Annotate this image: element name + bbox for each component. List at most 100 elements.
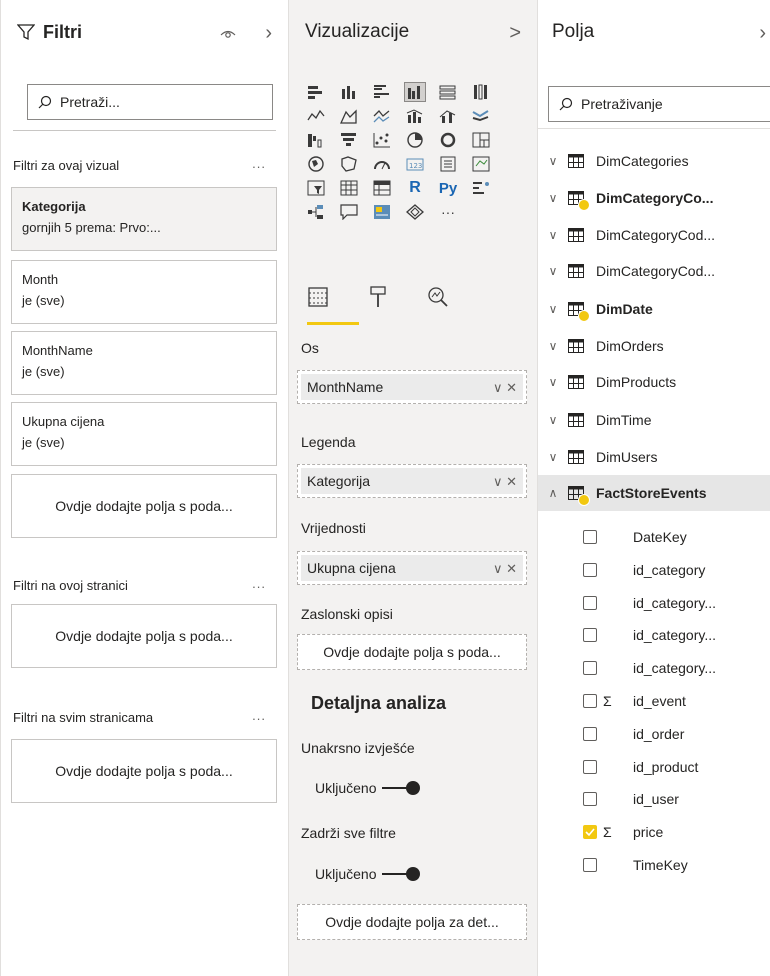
field-row[interactable]: Σprice — [538, 816, 770, 848]
values-well[interactable]: Ukupna cijena ∨ ✕ — [297, 551, 527, 585]
filter-card-month[interactable]: Month je (sve) — [11, 260, 277, 324]
field-checkbox[interactable] — [583, 726, 597, 741]
table-row[interactable]: ∨ DimDate — [538, 291, 770, 327]
100-stacked-column-chart-icon[interactable] — [470, 82, 492, 102]
tab-format[interactable] — [363, 282, 393, 312]
collapse-fields-chevron-icon[interactable]: › — [759, 22, 766, 45]
donut-chart-icon[interactable] — [437, 130, 459, 150]
field-checkbox[interactable] — [583, 792, 597, 807]
clustered-bar-chart-icon[interactable] — [371, 82, 393, 102]
table-row[interactable]: ∨ DimCategoryCod... — [538, 217, 770, 253]
line-chart-icon[interactable] — [305, 106, 327, 126]
pie-chart-icon[interactable] — [404, 130, 426, 150]
decomposition-tree-icon[interactable] — [305, 202, 327, 222]
chevron-down-icon[interactable]: ∨ — [542, 154, 564, 168]
field-row[interactable]: id_category... — [538, 619, 770, 651]
table-row[interactable]: ∨ DimCategoryCod... — [538, 253, 770, 289]
field-checkbox[interactable] — [583, 628, 597, 643]
r-script-visual-icon[interactable]: R — [404, 178, 426, 198]
stacked-bar-chart-icon[interactable] — [305, 82, 327, 102]
kpi-icon[interactable] — [470, 154, 492, 174]
visual-filters-drop-zone[interactable]: Ovdje dodajte polja s poda... — [11, 474, 277, 538]
field-checkbox[interactable] — [583, 858, 597, 872]
ribbon-chart-icon[interactable] — [470, 106, 492, 126]
chevron-down-icon[interactable]: ∨ — [542, 302, 564, 316]
filters-search-input[interactable]: Pretraži... — [27, 84, 273, 120]
waterfall-chart-icon[interactable] — [305, 130, 327, 150]
field-checkbox[interactable] — [583, 661, 597, 676]
slicer-icon[interactable] — [305, 178, 327, 198]
filled-map-icon[interactable] — [338, 154, 360, 174]
smart-narrative-icon[interactable] — [371, 202, 393, 222]
tab-analytics[interactable] — [423, 282, 453, 312]
chevron-down-icon[interactable]: ∨ — [542, 228, 564, 242]
table-row[interactable]: ∨ DimProducts — [538, 364, 770, 400]
values-field-pill[interactable]: Ukupna cijena ∨ ✕ — [301, 555, 523, 581]
key-influencers-icon[interactable] — [470, 178, 492, 198]
line-and-column-chart-icon[interactable] — [404, 106, 426, 126]
field-row[interactable]: id_category... — [538, 652, 770, 684]
values-pill-controls[interactable]: ∨ ✕ — [493, 561, 517, 577]
python-visual-icon[interactable]: Py — [437, 178, 459, 198]
chevron-down-icon[interactable]: ∨ — [542, 339, 564, 353]
cross-report-toggle[interactable]: Uključeno — [315, 780, 421, 796]
tab-fields[interactable] — [303, 282, 333, 312]
field-checkbox[interactable] — [583, 825, 597, 840]
chevron-up-icon[interactable]: ∧ — [542, 486, 564, 500]
area-chart-icon[interactable] — [338, 106, 360, 126]
field-row[interactable]: id_user — [538, 783, 770, 815]
visual-filters-more-button[interactable]: ... — [252, 156, 266, 171]
field-checkbox[interactable] — [583, 595, 597, 610]
100-stacked-bar-chart-icon[interactable] — [437, 82, 459, 102]
field-row[interactable]: id_product — [538, 751, 770, 783]
field-row[interactable]: id_category... — [538, 587, 770, 619]
legend-well[interactable]: Kategorija ∨ ✕ — [297, 464, 527, 498]
table-row[interactable]: ∨ DimCategories — [538, 143, 770, 179]
eye-icon[interactable] — [220, 28, 236, 40]
matrix-icon[interactable] — [371, 178, 393, 198]
axis-field-pill[interactable]: MonthName ∨ ✕ — [301, 374, 523, 400]
table-icon[interactable] — [338, 178, 360, 198]
chevron-down-icon[interactable]: ∨ — [542, 264, 564, 278]
filter-card-monthname[interactable]: MonthName je (sve) — [11, 331, 277, 395]
field-row[interactable]: TimeKey — [538, 849, 770, 881]
treemap-icon[interactable] — [470, 130, 492, 150]
field-row[interactable]: id_order — [538, 718, 770, 750]
chevron-down-icon[interactable]: ∨ — [542, 413, 564, 427]
table-row[interactable]: ∨ DimOrders — [538, 328, 770, 364]
all-pages-filters-more-button[interactable]: ... — [252, 708, 266, 723]
clustered-column-chart-icon[interactable] — [404, 82, 426, 102]
table-row[interactable]: ∨ DimCategoryCo... — [538, 180, 770, 216]
card-icon[interactable]: 123 — [404, 154, 426, 174]
field-checkbox[interactable] — [583, 759, 597, 774]
field-checkbox[interactable] — [583, 694, 597, 708]
legend-field-pill[interactable]: Kategorija ∨ ✕ — [301, 468, 523, 494]
chevron-down-icon[interactable]: ∨ — [542, 450, 564, 464]
paginated-report-icon[interactable] — [404, 202, 426, 222]
funnel-icon[interactable] — [338, 130, 360, 150]
field-row[interactable]: Σid_event — [538, 685, 770, 717]
more-visuals-button[interactable]: ··· — [437, 202, 459, 222]
field-row[interactable]: DateKey — [538, 521, 770, 553]
page-filters-more-button[interactable]: ... — [252, 576, 266, 591]
field-row[interactable]: id_category — [538, 554, 770, 586]
all-pages-filters-drop-zone[interactable]: Ovdje dodajte polja s poda... — [11, 739, 277, 803]
drillthrough-drop-zone[interactable]: Ovdje dodajte polja za det... — [297, 904, 527, 940]
map-icon[interactable] — [305, 154, 327, 174]
collapse-viz-chevron-icon[interactable]: > — [509, 22, 521, 45]
line-and-clustered-column-icon[interactable] — [437, 106, 459, 126]
qa-visual-icon[interactable] — [338, 202, 360, 222]
table-row[interactable]: ∧ FactStoreEvents — [538, 475, 770, 511]
chevron-down-icon[interactable]: ∨ — [542, 191, 564, 205]
page-filters-drop-zone[interactable]: Ovdje dodajte polja s poda... — [11, 604, 277, 668]
multi-row-card-icon[interactable] — [437, 154, 459, 174]
field-checkbox[interactable] — [583, 530, 597, 544]
stacked-column-chart-icon[interactable] — [338, 82, 360, 102]
field-checkbox[interactable] — [583, 562, 597, 577]
tooltips-drop-zone[interactable]: Ovdje dodajte polja s poda... — [297, 634, 527, 670]
axis-pill-controls[interactable]: ∨ ✕ — [493, 380, 517, 396]
chevron-down-icon[interactable]: ∨ — [542, 375, 564, 389]
table-row[interactable]: ∨ DimUsers — [538, 439, 770, 475]
legend-pill-controls[interactable]: ∨ ✕ — [493, 474, 517, 490]
axis-well[interactable]: MonthName ∨ ✕ — [297, 370, 527, 404]
